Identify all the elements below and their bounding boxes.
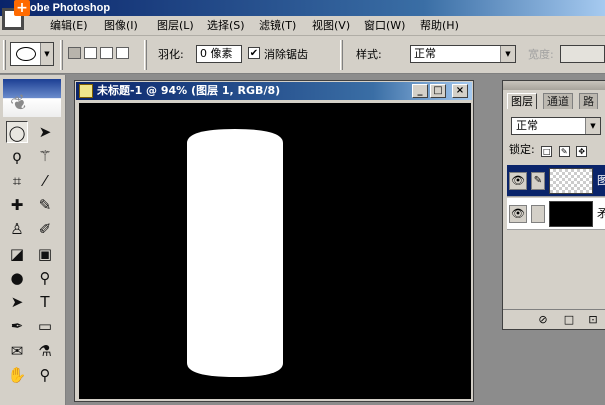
layer-thumbnail (549, 201, 593, 227)
menu-bar: 编辑(E) 图像(I) 图层(L) 选择(S) 滤镜(T) 视图(V) 窗口(W… (0, 16, 605, 36)
style-label: 样式: (356, 48, 382, 61)
layer-mask-button[interactable]: □ (561, 312, 577, 327)
close-button[interactable]: × (452, 84, 468, 98)
blur-icon[interactable]: ● (6, 267, 28, 289)
add-selection-button[interactable] (84, 47, 97, 59)
palette-title-bar[interactable] (503, 81, 605, 90)
options-divider (144, 40, 147, 70)
new-selection-button[interactable] (68, 47, 81, 59)
brush-link-icon[interactable]: ✎ (531, 172, 545, 190)
menu-view[interactable]: 视图(V) (312, 19, 350, 33)
lock-position-icon[interactable]: ✥ (576, 146, 588, 157)
pen-icon[interactable]: ✒ (6, 315, 28, 337)
tab-channels[interactable]: 通道 (543, 93, 573, 109)
eye-icon[interactable]: 👁 (509, 172, 527, 190)
intersect-selection-button[interactable] (116, 47, 129, 59)
style-value: 正常 (414, 47, 436, 60)
elliptical-marquee-icon[interactable]: ◯ (6, 121, 28, 143)
gradient-icon[interactable]: ▣ (34, 243, 56, 265)
slice-icon[interactable]: ⁄ (34, 170, 56, 192)
layers-button-bar: ⊘ □ ⊡ (503, 309, 605, 329)
ellipse-marquee-icon (16, 47, 36, 61)
menu-select[interactable]: 选择(S) (207, 19, 245, 33)
tab-layers[interactable]: 图层 (507, 93, 537, 109)
dodge-icon[interactable]: ⚲ (34, 267, 56, 289)
brush-icon[interactable]: ✎ (34, 194, 56, 216)
menu-image[interactable]: 图像(I) (104, 19, 138, 33)
lock-label: 锁定: (509, 143, 535, 156)
toolbox: ❦ ◯ ➤ ϙ ⚚ ⌗ ⁄ ✚ ✎ ♙ ✐ ◪ ▣ ● ⚲ ➤ T ✒ ▭ ✉ ⚗ ✋ ⚲ (0, 75, 66, 405)
menu-filter[interactable]: 滤镜(T) (259, 19, 296, 33)
history-brush-icon[interactable]: ✐ (34, 218, 56, 240)
options-gripper[interactable] (3, 40, 6, 70)
options-divider (340, 40, 343, 70)
layer-thumbnail (549, 168, 593, 194)
chevron-down-icon: ▼ (40, 43, 53, 65)
layer-style-button[interactable]: ⊘ (535, 312, 551, 327)
magic-wand-icon[interactable]: ⚚ (34, 145, 56, 167)
eye-icon[interactable]: 👁 (509, 205, 527, 223)
maximize-button[interactable]: □ (430, 84, 446, 98)
type-icon[interactable]: T (34, 291, 56, 313)
document-window: 未标题-1 @ 94% (图层 1, RGB/8) _ □ × (74, 80, 474, 402)
lock-row: 锁定: □ ✎ ✥ (509, 143, 588, 157)
lock-transparency-icon[interactable]: □ (541, 146, 553, 157)
width-label: 宽度: (528, 48, 554, 61)
style-select[interactable]: 正常 ▼ (410, 45, 516, 63)
path-selection-icon[interactable]: ➤ (6, 291, 28, 313)
canvas[interactable] (79, 103, 471, 399)
app-title-bar[interactable]: obe Photoshop (0, 0, 605, 16)
menu-edit[interactable]: 编辑(E) (50, 19, 88, 33)
clone-stamp-icon[interactable]: ♙ (6, 218, 28, 240)
tab-paths[interactable]: 路 (579, 93, 598, 109)
eyedropper-icon[interactable]: ⚗ (34, 340, 56, 362)
antialias-label: 消除锯齿 (264, 48, 308, 61)
options-bar: ▼ 羽化: 0 像素 ✔ 消除锯齿 样式: 正常 ▼ 宽度: (0, 36, 605, 74)
layer-name: 矛 (597, 207, 605, 220)
rectangle-icon[interactable]: ▭ (34, 315, 56, 337)
overlay-plus-icon: + (2, 0, 32, 38)
zoom-icon[interactable]: ⚲ (34, 364, 56, 386)
notes-icon[interactable]: ✉ (6, 340, 28, 362)
menu-layer[interactable]: 图层(L) (157, 19, 194, 33)
blend-mode-select[interactable]: 正常 ▼ (511, 117, 601, 135)
toolbox-header[interactable]: ❦ (3, 79, 61, 117)
chevron-down-icon: ▼ (500, 46, 515, 62)
new-layer-button[interactable]: ⊡ (585, 312, 601, 327)
brush-link-icon[interactable] (531, 205, 545, 223)
crop-icon[interactable]: ⌗ (6, 170, 28, 192)
layer-name: 图 (597, 174, 605, 187)
app-title: obe Photoshop (30, 2, 111, 14)
antialias-checkbox[interactable]: ✔ (248, 47, 260, 59)
tool-preset-picker[interactable]: ▼ (10, 42, 54, 66)
chevron-down-icon: ▼ (585, 118, 600, 134)
options-divider (60, 40, 63, 70)
feather-icon: ❦ (6, 88, 33, 118)
eraser-icon[interactable]: ◪ (6, 243, 28, 265)
minimize-button[interactable]: _ (412, 84, 428, 98)
subtract-selection-button[interactable] (100, 47, 113, 59)
document-icon (79, 84, 93, 98)
document-title: 未标题-1 @ 94% (图层 1, RGB/8) (97, 84, 281, 97)
layer-row[interactable]: 👁 矛 (507, 198, 605, 230)
hand-icon[interactable]: ✋ (6, 364, 28, 386)
menu-window[interactable]: 窗口(W) (364, 19, 405, 33)
layer-row[interactable]: 👁 ✎ 图 (507, 165, 605, 197)
lasso-icon[interactable]: ϙ (6, 145, 28, 167)
menu-help[interactable]: 帮助(H) (420, 19, 459, 33)
feather-label: 羽化: (158, 48, 184, 61)
layers-palette: 图层 通道 路 正常 ▼ 锁定: □ ✎ ✥ 👁 ✎ 图 👁 矛 ⊘ □ ⊡ (502, 80, 605, 330)
feather-input[interactable]: 0 像素 (196, 45, 242, 63)
document-title-bar[interactable]: 未标题-1 @ 94% (图层 1, RGB/8) _ □ × (76, 82, 472, 100)
blend-mode-value: 正常 (516, 119, 538, 132)
lock-image-icon[interactable]: ✎ (558, 146, 570, 157)
move-icon[interactable]: ➤ (34, 121, 56, 143)
healing-brush-icon[interactable]: ✚ (6, 194, 28, 216)
cylinder-shape (187, 129, 283, 377)
width-input (560, 45, 605, 63)
